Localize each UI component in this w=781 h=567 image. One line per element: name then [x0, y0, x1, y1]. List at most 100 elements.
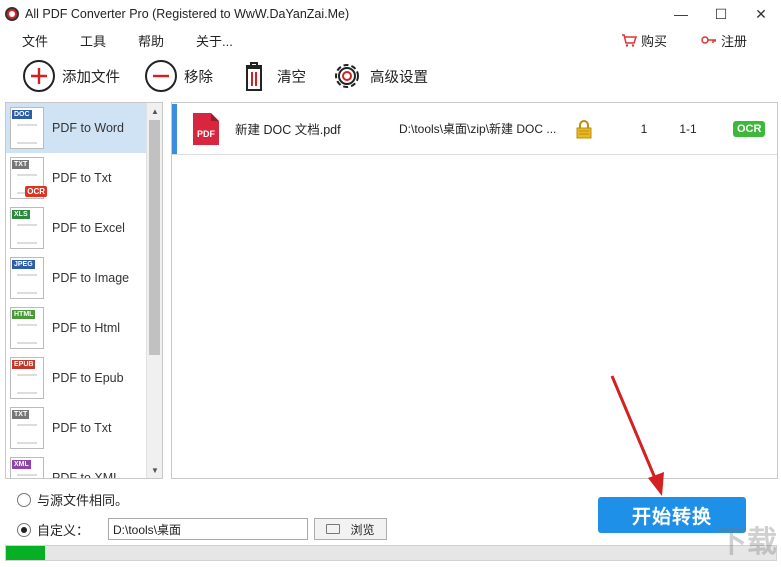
scroll-up-arrow-icon[interactable]: ▲	[147, 103, 162, 119]
file-type-icon: JPEG	[10, 257, 44, 299]
sidebar-scrollbar[interactable]: ▲ ▼	[146, 103, 162, 478]
conversion-type-panel: DOC PDF to Word TXT OCR PDF to Txt XLS PDF to …	[5, 102, 163, 479]
gear-icon	[335, 64, 359, 88]
row-selection-accent	[172, 103, 177, 154]
plus-circle-icon	[23, 60, 55, 92]
trash-icon	[246, 62, 262, 91]
file-type-icon: EPUB	[10, 357, 44, 399]
conversion-type-label: PDF to Excel	[52, 221, 125, 235]
app-logo-icon	[5, 7, 19, 21]
minus-circle-icon	[145, 60, 177, 92]
file-body-lines	[17, 274, 37, 294]
file-body-lines	[17, 474, 37, 478]
file-type-icon: XLS	[10, 207, 44, 249]
custom-output-option[interactable]: 自定义：	[17, 520, 89, 539]
file-type-tag: EPUB	[12, 360, 36, 369]
file-type-icon: XML	[10, 457, 44, 478]
title-bar: All PDF Converter Pro (Registered to WwW…	[0, 0, 781, 28]
window-title: All PDF Converter Pro (Registered to WwW…	[25, 7, 350, 21]
conversion-type-item[interactable]: XLS PDF to Excel	[6, 203, 147, 253]
file-body-lines	[17, 374, 37, 394]
clear-label: 清空	[277, 69, 306, 86]
buy-button[interactable]: 购买	[621, 31, 667, 50]
menu-file[interactable]: 文件	[22, 31, 48, 50]
lock-icon[interactable]	[575, 119, 593, 139]
menu-tools[interactable]: 工具	[80, 31, 106, 50]
scroll-down-arrow-icon[interactable]: ▼	[147, 462, 162, 478]
conversion-type-item[interactable]: TXT OCR PDF to Txt	[6, 153, 147, 203]
file-type-icon: DOC	[10, 107, 44, 149]
cart-icon	[621, 33, 637, 47]
file-type-icon: HTML	[10, 307, 44, 349]
toolbar: 添加文件 移除 清空 高级设置	[0, 54, 781, 98]
conversion-type-item[interactable]: XML PDF to XML	[6, 453, 147, 478]
maximize-button[interactable]: ☐	[701, 0, 741, 28]
remove-button[interactable]: 移除	[144, 59, 213, 93]
folder-icon	[326, 524, 341, 534]
output-path-input[interactable]	[108, 518, 308, 540]
conversion-type-label: PDF to Epub	[52, 371, 124, 385]
page-range[interactable]: 1-1	[673, 122, 703, 136]
file-body-lines	[17, 424, 37, 444]
window-controls: — ☐ ✕	[661, 0, 781, 28]
conversion-type-item[interactable]: HTML PDF to Html	[6, 303, 147, 353]
same-as-source-label: 与源文件相同。	[37, 493, 129, 508]
menu-right-group: 购买 注册	[621, 28, 781, 52]
progress-bar	[5, 545, 777, 561]
conversion-type-label: PDF to XML	[52, 471, 121, 478]
conversion-type-item[interactable]: JPEG PDF to Image	[6, 253, 147, 303]
annotation-arrow	[610, 375, 664, 496]
browse-button[interactable]: 浏览	[314, 518, 387, 540]
custom-output-label: 自定义：	[37, 523, 90, 538]
file-type-icon: TXT OCR	[10, 157, 47, 199]
menu-about[interactable]: 关于...	[196, 31, 233, 50]
conversion-type-item[interactable]: EPUB PDF to Epub	[6, 353, 147, 403]
ocr-badge[interactable]: OCR	[733, 120, 766, 137]
clear-button[interactable]: 清空	[237, 59, 306, 93]
file-list-panel: PDF 新建 DOC 文档.pdf D:\tools\桌面\zip\新建 DOC…	[171, 102, 778, 479]
file-type-tag: XML	[12, 460, 31, 469]
pdf-file-icon: PDF	[193, 112, 219, 145]
file-type-icon: TXT	[10, 407, 44, 449]
file-type-tag: XLS	[12, 210, 30, 219]
same-as-source-radio[interactable]	[17, 492, 31, 507]
file-type-tag: HTML	[12, 310, 36, 319]
menu-bar: 文件 工具 帮助 关于... 购买 注册	[0, 28, 781, 52]
buy-label: 购买	[640, 33, 667, 49]
ocr-tag: OCR	[25, 186, 47, 197]
key-icon	[701, 36, 716, 44]
file-type-tag: TXT	[12, 160, 30, 169]
progress-fill	[6, 546, 45, 560]
file-row[interactable]: PDF 新建 DOC 文档.pdf D:\tools\桌面\zip\新建 DOC…	[172, 103, 777, 155]
conversion-type-list: DOC PDF to Word TXT OCR PDF to Txt XLS PDF to …	[6, 103, 147, 478]
register-button[interactable]: 注册	[701, 31, 747, 50]
advanced-settings-button[interactable]: 高级设置	[330, 59, 428, 93]
add-file-label: 添加文件	[62, 69, 120, 86]
page-count: 1	[640, 121, 648, 136]
file-type-tag: TXT	[12, 410, 30, 419]
remove-label: 移除	[184, 69, 213, 86]
conversion-type-label: PDF to Image	[52, 271, 130, 285]
custom-output-radio[interactable]	[17, 522, 31, 537]
conversion-type-item[interactable]: DOC PDF to Word	[6, 103, 147, 153]
browse-label: 浏览	[350, 522, 375, 537]
same-as-source-option[interactable]: 与源文件相同。	[17, 490, 128, 509]
file-body-lines	[17, 224, 37, 244]
file-body-lines	[17, 124, 37, 144]
watermark-logo: 下载	[717, 526, 777, 559]
conversion-type-label: PDF to Word	[52, 121, 125, 135]
add-file-button[interactable]: 添加文件	[22, 59, 120, 93]
conversion-type-label: PDF to Html	[52, 321, 121, 335]
scroll-thumb[interactable]	[149, 120, 160, 355]
conversion-type-label: PDF to Txt	[52, 421, 112, 435]
menu-help[interactable]: 帮助	[138, 31, 164, 50]
minimize-button[interactable]: —	[661, 0, 701, 28]
file-path: D:\tools\桌面\zip\新建 DOC ...	[399, 122, 557, 136]
file-type-tag: JPEG	[12, 260, 35, 269]
conversion-type-item[interactable]: TXT PDF to Txt	[6, 403, 147, 453]
register-label: 注册	[720, 33, 747, 49]
file-name: 新建 DOC 文档.pdf	[235, 123, 341, 137]
close-button[interactable]: ✕	[741, 0, 781, 28]
advanced-settings-label: 高级设置	[370, 69, 428, 86]
file-type-tag: DOC	[12, 110, 32, 119]
